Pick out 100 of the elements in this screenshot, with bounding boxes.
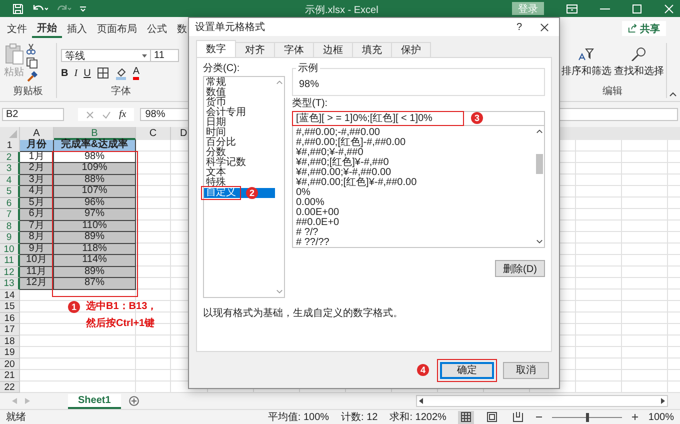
ribbon-tab[interactable]: 开始 (32, 20, 62, 38)
ribbon-tab[interactable]: 公式 (142, 18, 172, 38)
row-header[interactable]: 9 (0, 232, 20, 244)
row-header[interactable]: 13 (0, 278, 20, 290)
add-sheet-icon[interactable] (128, 396, 139, 406)
scissors-icon[interactable] (26, 43, 36, 55)
format-list[interactable]: #,##0.00;-#,##0.00 #,##0.00;[红色]-#,##0.00 ¥#,##0;¥-#,##0 ¥#,##0;[红色]¥-#,##0 ¥#,##0.00;¥-#,##0.00 ¥#,##0.00;[红色]¥-#,##0.00 0% 0.00% 0.00E+00 ##0.0E+0 # ?/? # ??/?? (292, 126, 545, 248)
maximize-icon[interactable] (632, 4, 642, 14)
close-icon[interactable] (540, 22, 549, 32)
format-item[interactable]: 0.00% (296, 198, 534, 208)
row-header[interactable]: 11 (0, 255, 20, 266)
collapse-ribbon-icon[interactable] (669, 92, 677, 97)
row-header[interactable]: 4 (0, 174, 20, 186)
font-size-field[interactable]: 11 (151, 49, 179, 62)
format-item[interactable]: ¥#,##0;[红色]¥-#,##0 (296, 158, 534, 168)
ok-button[interactable]: 确定 (440, 362, 494, 378)
ribbon-display-icon[interactable] (566, 4, 578, 14)
sheet-tab[interactable]: Sheet1 (68, 394, 121, 408)
format-button[interactable]: U (84, 68, 91, 78)
borders-icon[interactable] (96, 67, 109, 79)
category-item[interactable]: 文本 (204, 168, 275, 178)
arrow-left-icon[interactable] (419, 398, 423, 404)
dialog-tab[interactable]: 边框 (313, 42, 353, 57)
category-item[interactable]: 日期 (204, 118, 275, 128)
dialog-tab[interactable]: 保护 (391, 42, 431, 57)
category-item[interactable]: 百分比 (204, 138, 275, 148)
row-header[interactable]: 15 (0, 301, 20, 312)
ribbon-tab[interactable]: 页面布局 (92, 18, 142, 38)
format-item[interactable]: # ??/?? (296, 238, 534, 248)
row-header[interactable]: 1 (0, 140, 20, 152)
sort-filter-button[interactable]: 排序和筛选 (561, 43, 612, 84)
row-header[interactable]: 20 (0, 358, 20, 370)
format-item[interactable]: ¥#,##0.00;¥-#,##0.00 (296, 168, 534, 178)
row-header[interactable]: 10 (0, 244, 20, 255)
format-item[interactable]: # ?/? (296, 228, 534, 238)
format-item[interactable]: #,##0.00;-#,##0.00 (296, 128, 534, 138)
ribbon-tab[interactable]: 插入 (62, 18, 92, 38)
row-header[interactable]: 22 (0, 382, 20, 393)
table-cell: 88% (54, 174, 136, 186)
copy-icon[interactable] (26, 57, 38, 69)
fill-bucket-icon[interactable] (114, 66, 127, 80)
format-painter-icon[interactable] (26, 71, 38, 83)
format-item[interactable]: 0% (296, 188, 534, 198)
category-item[interactable]: 会计专用 (204, 108, 275, 118)
customize-icon[interactable] (80, 6, 86, 12)
delete-button[interactable]: 删除(D) (495, 260, 545, 277)
category-item[interactable]: 货币 (204, 98, 275, 108)
horizontal-scrollbar[interactable] (416, 395, 668, 407)
row-header[interactable]: 7 (0, 209, 20, 220)
category-item[interactable]: 数值 (204, 88, 275, 98)
dialog-tab[interactable]: 填充 (352, 42, 392, 57)
ribbon-tab[interactable]: 文件 (2, 18, 32, 38)
find-select-button[interactable]: 查找和选择 (614, 43, 664, 84)
share-button[interactable]: 共享 (622, 21, 666, 36)
font-color-button[interactable]: A (132, 66, 140, 80)
dialog-tab[interactable]: 数字 (196, 40, 236, 57)
format-item[interactable]: #,##0.00;[红色]-#,##0.00 (296, 138, 534, 148)
row-header[interactable]: 17 (0, 324, 20, 336)
check-icon[interactable] (102, 110, 111, 118)
zoom-in-icon[interactable] (632, 414, 638, 420)
format-button[interactable]: B (61, 68, 68, 78)
font-name-field[interactable]: 等线 (61, 49, 151, 62)
arrow-right-icon[interactable] (661, 398, 665, 404)
scroll-down-icon[interactable] (536, 239, 542, 244)
help-button[interactable]: ? (516, 22, 522, 32)
row-header[interactable]: 2 (0, 152, 20, 163)
row-header[interactable]: 19 (0, 347, 20, 358)
format-item[interactable]: ##0.0E+0 (296, 218, 534, 228)
scrollbar-thumb[interactable] (536, 154, 542, 174)
category-item[interactable]: 常规 (204, 78, 275, 88)
row-header[interactable]: 18 (0, 336, 20, 347)
ribbon-tab[interactable]: 数 (172, 18, 192, 38)
row-header[interactable]: 6 (0, 198, 20, 209)
scroll-up-icon[interactable] (536, 129, 542, 134)
format-item[interactable]: ¥#,##0.00;[红色]¥-#,##0.00 (296, 178, 534, 188)
category-item[interactable]: 特殊 (204, 178, 275, 188)
dialog-tab[interactable]: 字体 (274, 42, 314, 57)
format-button[interactable]: I (74, 68, 78, 78)
category-item[interactable]: 科学记数 (204, 158, 275, 168)
column-header[interactable]: B (54, 127, 136, 140)
row-header[interactable]: 14 (0, 290, 20, 301)
save-icon[interactable] (12, 2, 24, 14)
row-header[interactable]: 5 (0, 186, 20, 198)
category-item[interactable]: 分数 (204, 148, 275, 158)
row-header[interactable]: 12 (0, 266, 20, 278)
row-header[interactable]: 8 (0, 220, 20, 232)
group-label: 编辑 (602, 84, 624, 98)
format-item[interactable]: ¥#,##0;¥-#,##0 (296, 148, 534, 158)
format-item[interactable]: 0.00E+00 (296, 208, 534, 218)
insert-function-button[interactable]: fx (119, 109, 126, 120)
category-item[interactable]: 时间 (204, 128, 275, 138)
dialog-tab[interactable]: 对齐 (235, 42, 275, 57)
cancel-button[interactable]: 取消 (503, 362, 549, 378)
row-header[interactable]: 3 (0, 163, 20, 174)
normal-view-button[interactable] (458, 410, 474, 424)
zoom-out-icon[interactable] (536, 414, 542, 420)
row-header[interactable]: 16 (0, 312, 20, 324)
type-input-field[interactable]: [蓝色][ > = 1]0%;[红色][ < 1]0% 3 (292, 111, 545, 126)
row-header[interactable]: 21 (0, 370, 20, 382)
name-box[interactable]: B2 (2, 108, 64, 121)
